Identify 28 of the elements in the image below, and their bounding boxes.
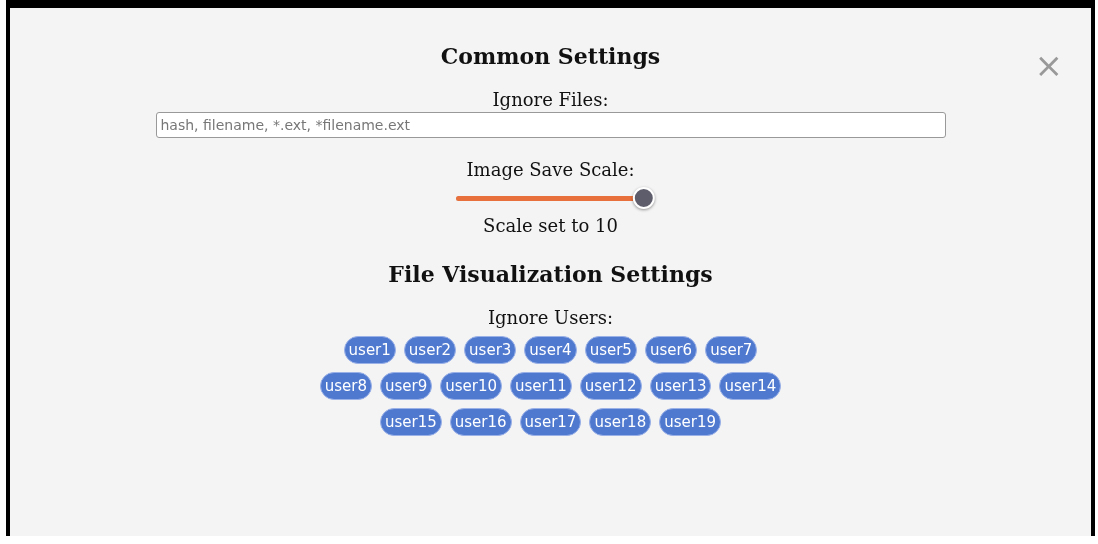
- user-chip[interactable]: user1: [343, 336, 396, 364]
- field-label: Image Save Scale:: [466, 158, 635, 182]
- user-chip[interactable]: user18: [589, 408, 652, 436]
- scale-reading: Scale set to 10: [483, 214, 618, 238]
- field-label: Ignore Users:: [488, 306, 613, 330]
- user-chip[interactable]: user9: [379, 372, 433, 400]
- slider-thumb[interactable]: [632, 187, 655, 209]
- user-chip[interactable]: user6: [644, 336, 698, 364]
- section-title: Common Settings: [440, 42, 661, 71]
- user-chip[interactable]: user15: [379, 408, 442, 436]
- user-chip[interactable]: user17: [519, 408, 582, 436]
- ignore-files-field[interactable]: hash, filename, *.ext, *filename.ext: [155, 112, 946, 138]
- user-chip[interactable]: user4: [524, 336, 577, 364]
- user-chip[interactable]: user3: [464, 336, 517, 364]
- user-chip[interactable]: user7: [705, 336, 758, 364]
- user-chip[interactable]: user11: [510, 372, 572, 400]
- user-chip[interactable]: user13: [649, 372, 712, 400]
- user-chip[interactable]: user19: [659, 408, 722, 436]
- user-chip[interactable]: user8: [319, 372, 372, 400]
- section-title: File Visualization Settings: [388, 260, 713, 289]
- user-chip[interactable]: user12: [579, 372, 642, 400]
- field-label: Ignore Files:: [492, 88, 609, 112]
- user-chip[interactable]: user2: [403, 336, 457, 364]
- user-chip[interactable]: user16: [449, 408, 512, 436]
- user-chip[interactable]: user14: [719, 372, 782, 400]
- close-button[interactable]: ×: [1034, 48, 1063, 82]
- user-chip[interactable]: user5: [584, 336, 637, 364]
- user-chip[interactable]: user10: [440, 372, 503, 400]
